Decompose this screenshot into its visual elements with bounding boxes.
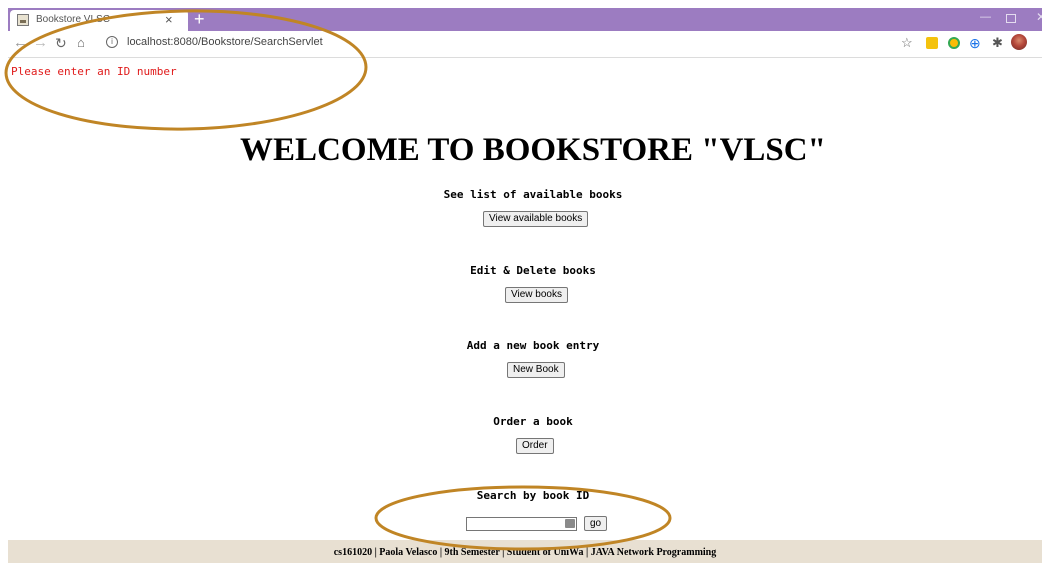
close-icon[interactable]: ×	[165, 12, 173, 28]
section-label-add: Add a new book entry	[466, 339, 600, 352]
extension-yellow-icon[interactable]	[926, 37, 938, 49]
tab-strip: Bookstore VLSC × + — ✕	[8, 8, 1042, 31]
new-book-button[interactable]: New Book	[507, 362, 565, 378]
order-button[interactable]: Order	[516, 438, 554, 454]
arrow-left-icon[interactable]: ←	[13, 34, 28, 52]
maximize-icon[interactable]	[1006, 14, 1016, 23]
info-icon[interactable]: i	[106, 36, 118, 48]
bookstore-favicon-icon	[17, 14, 29, 26]
browser-window: Bookstore VLSC × + — ✕ ← → ↻ ⌂ i localho…	[0, 0, 1042, 563]
extension-blue-icon[interactable]: ⊕	[969, 35, 981, 51]
footer-text: cs161020 | Paola Velasco | 9th Semester …	[333, 547, 717, 558]
tab-title: Bookstore VLSC	[36, 14, 110, 25]
window-close-icon[interactable]: ✕	[1036, 10, 1042, 24]
annotation-overlay	[4, 9, 672, 551]
view-available-books-button[interactable]: View available books	[483, 211, 589, 227]
avatar-icon[interactable]	[1011, 34, 1027, 50]
extension-green-icon[interactable]	[948, 37, 960, 49]
home-icon[interactable]: ⌂	[77, 34, 85, 52]
error-message: Please enter an ID number	[11, 65, 177, 78]
star-icon[interactable]: ☆	[901, 35, 913, 51]
book-id-input[interactable]	[466, 517, 577, 531]
browser-toolbar: ← → ↻ ⌂ i localhost:8080/Bookstore/Searc…	[8, 31, 1042, 58]
arrow-right-icon[interactable]: →	[33, 34, 48, 52]
go-button[interactable]: go	[584, 516, 608, 531]
section-label-search: Search by book ID	[476, 489, 590, 502]
reload-icon[interactable]: ↻	[55, 34, 67, 52]
view-books-button[interactable]: View books	[505, 287, 568, 303]
page-title: WELCOME TO BOOKSTORE "VLSC"	[240, 132, 826, 168]
address-bar[interactable]: localhost:8080/Bookstore/SearchServlet	[127, 36, 323, 48]
section-label-list: See list of available books	[443, 188, 623, 201]
footer: cs161020 | Paola Velasco | 9th Semester …	[8, 540, 1042, 563]
plus-icon[interactable]: +	[194, 8, 205, 30]
section-label-order: Order a book	[493, 415, 573, 428]
puzzle-icon[interactable]: ✱	[992, 35, 1003, 51]
input-autofill-icon[interactable]	[565, 519, 575, 528]
tab-bookstore[interactable]: Bookstore VLSC ×	[10, 10, 188, 31]
section-label-edit: Edit & Delete books	[470, 264, 596, 277]
minimize-icon[interactable]: —	[980, 11, 991, 23]
